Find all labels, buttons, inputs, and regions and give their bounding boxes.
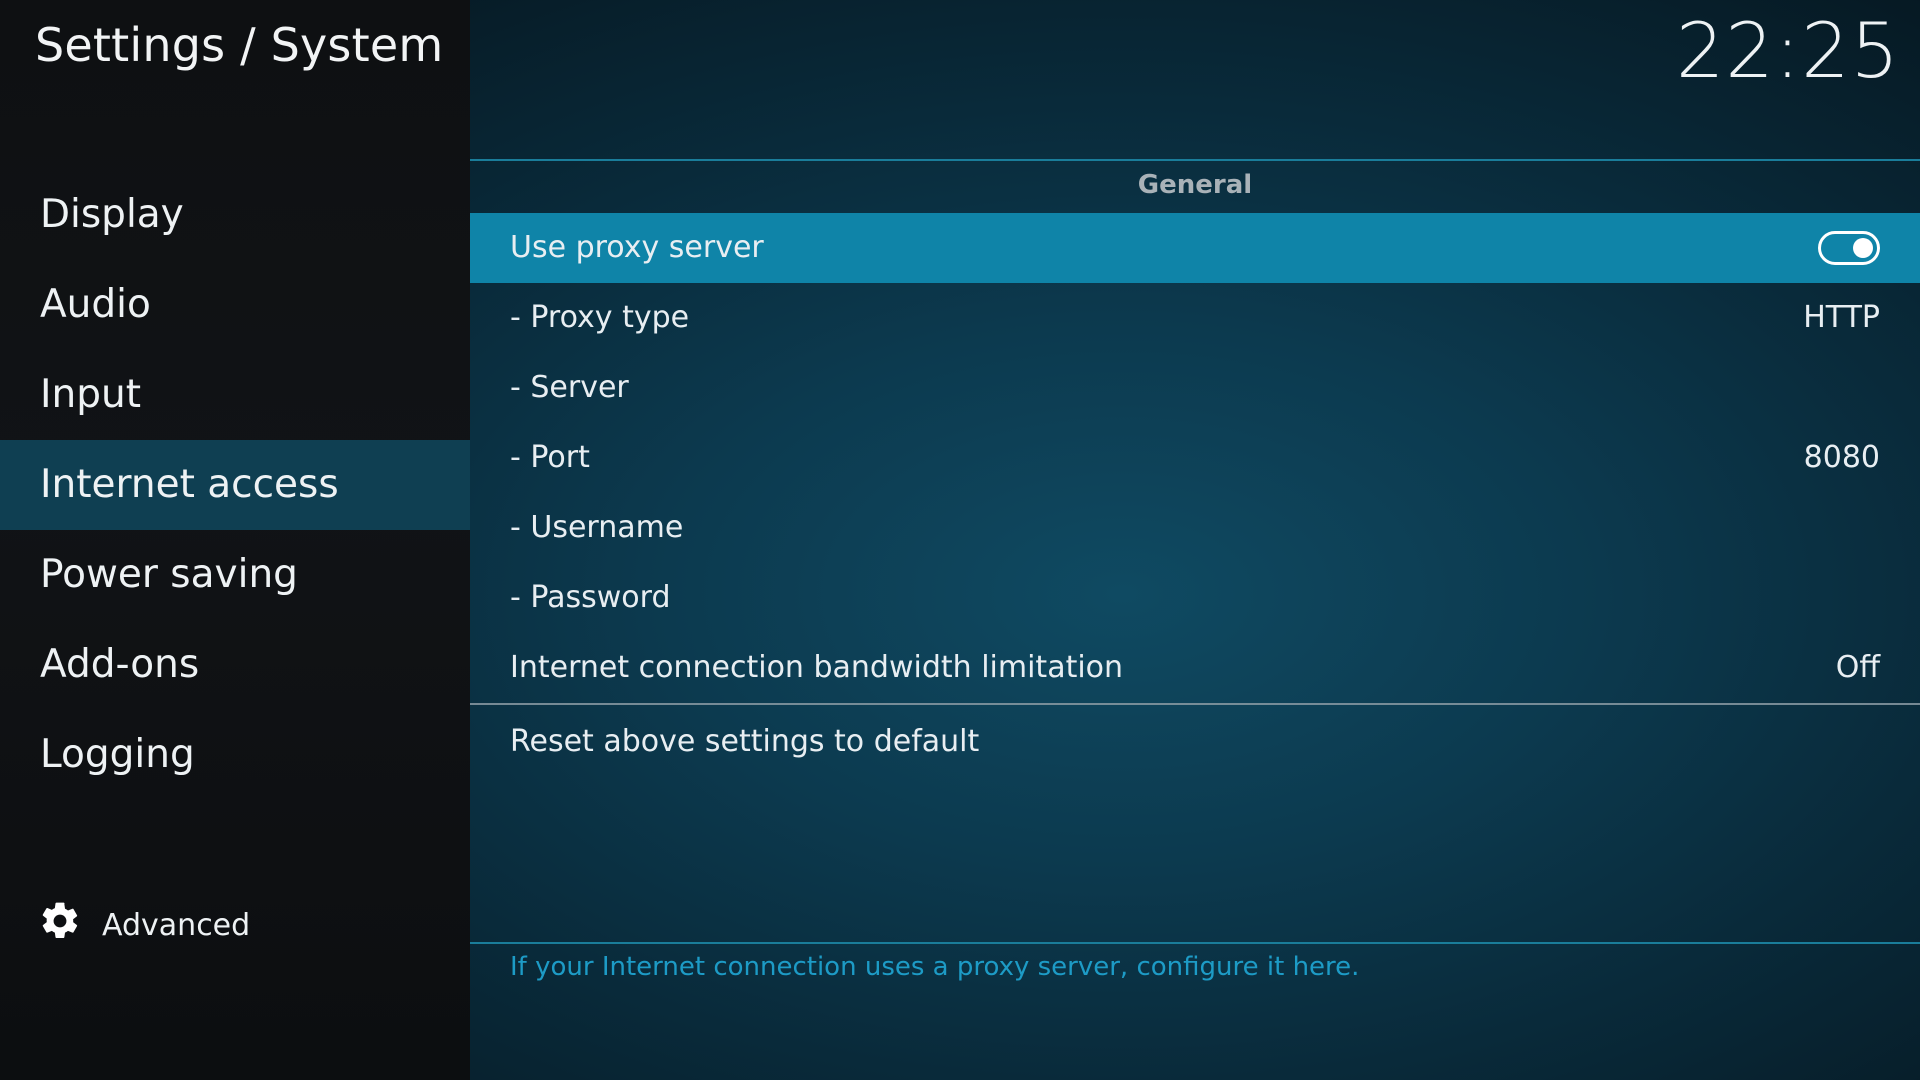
- setting-username[interactable]: - Username: [470, 493, 1920, 563]
- settings-panel: 22:25 General Use proxy server - Proxy t…: [470, 0, 1920, 1080]
- sidebar-item-audio[interactable]: Audio: [0, 260, 470, 350]
- divider: [470, 942, 1920, 944]
- setting-port[interactable]: - Port 8080: [470, 423, 1920, 493]
- setting-label: Use proxy server: [510, 230, 764, 265]
- sidebar-item-input[interactable]: Input: [0, 350, 470, 440]
- settings-level-button[interactable]: Advanced: [38, 900, 250, 950]
- setting-password[interactable]: - Password: [470, 563, 1920, 633]
- sidebar-item-add-ons[interactable]: Add-ons: [0, 620, 470, 710]
- category-nav: Display Audio Input Internet access Powe…: [0, 170, 470, 800]
- setting-proxy-type[interactable]: - Proxy type HTTP: [470, 283, 1920, 353]
- setting-description: If your Internet connection uses a proxy…: [510, 952, 1360, 982]
- setting-value: 8080: [1803, 440, 1880, 475]
- section-title: General: [1137, 170, 1253, 200]
- setting-value: Off: [1835, 650, 1880, 685]
- setting-value: HTTP: [1803, 300, 1880, 335]
- sidebar-item-power-saving[interactable]: Power saving: [0, 530, 470, 620]
- setting-use-proxy-server[interactable]: Use proxy server: [470, 213, 1920, 283]
- clock: 22:25: [1675, 6, 1900, 95]
- sidebar-item-display[interactable]: Display: [0, 170, 470, 260]
- setting-label: - Port: [510, 440, 590, 475]
- proxy-toggle[interactable]: [1818, 231, 1880, 265]
- divider: [470, 703, 1920, 705]
- toggle-knob: [1853, 238, 1873, 258]
- reset-defaults-button[interactable]: Reset above settings to default: [510, 707, 979, 777]
- setting-label: - Proxy type: [510, 300, 690, 335]
- setting-label: - Username: [510, 510, 684, 545]
- setting-bandwidth-limitation[interactable]: Internet connection bandwidth limitation…: [470, 633, 1920, 703]
- sidebar-item-logging[interactable]: Logging: [0, 710, 470, 800]
- settings-level-label: Advanced: [102, 907, 251, 943]
- divider: [470, 159, 1920, 161]
- breadcrumb: Settings / System: [35, 18, 444, 72]
- setting-label: - Server: [510, 370, 629, 405]
- setting-label: Internet connection bandwidth limitation: [510, 650, 1124, 685]
- gear-icon: [38, 899, 82, 951]
- kodi-settings-screen: Settings / System Display Audio Input In…: [0, 0, 1920, 1080]
- sidebar-item-internet-access[interactable]: Internet access: [0, 440, 470, 530]
- setting-label: - Password: [510, 580, 671, 615]
- settings-list: Use proxy server - Proxy type HTTP - Ser…: [470, 213, 1920, 703]
- setting-server[interactable]: - Server: [470, 353, 1920, 423]
- sidebar: Settings / System Display Audio Input In…: [0, 0, 470, 1080]
